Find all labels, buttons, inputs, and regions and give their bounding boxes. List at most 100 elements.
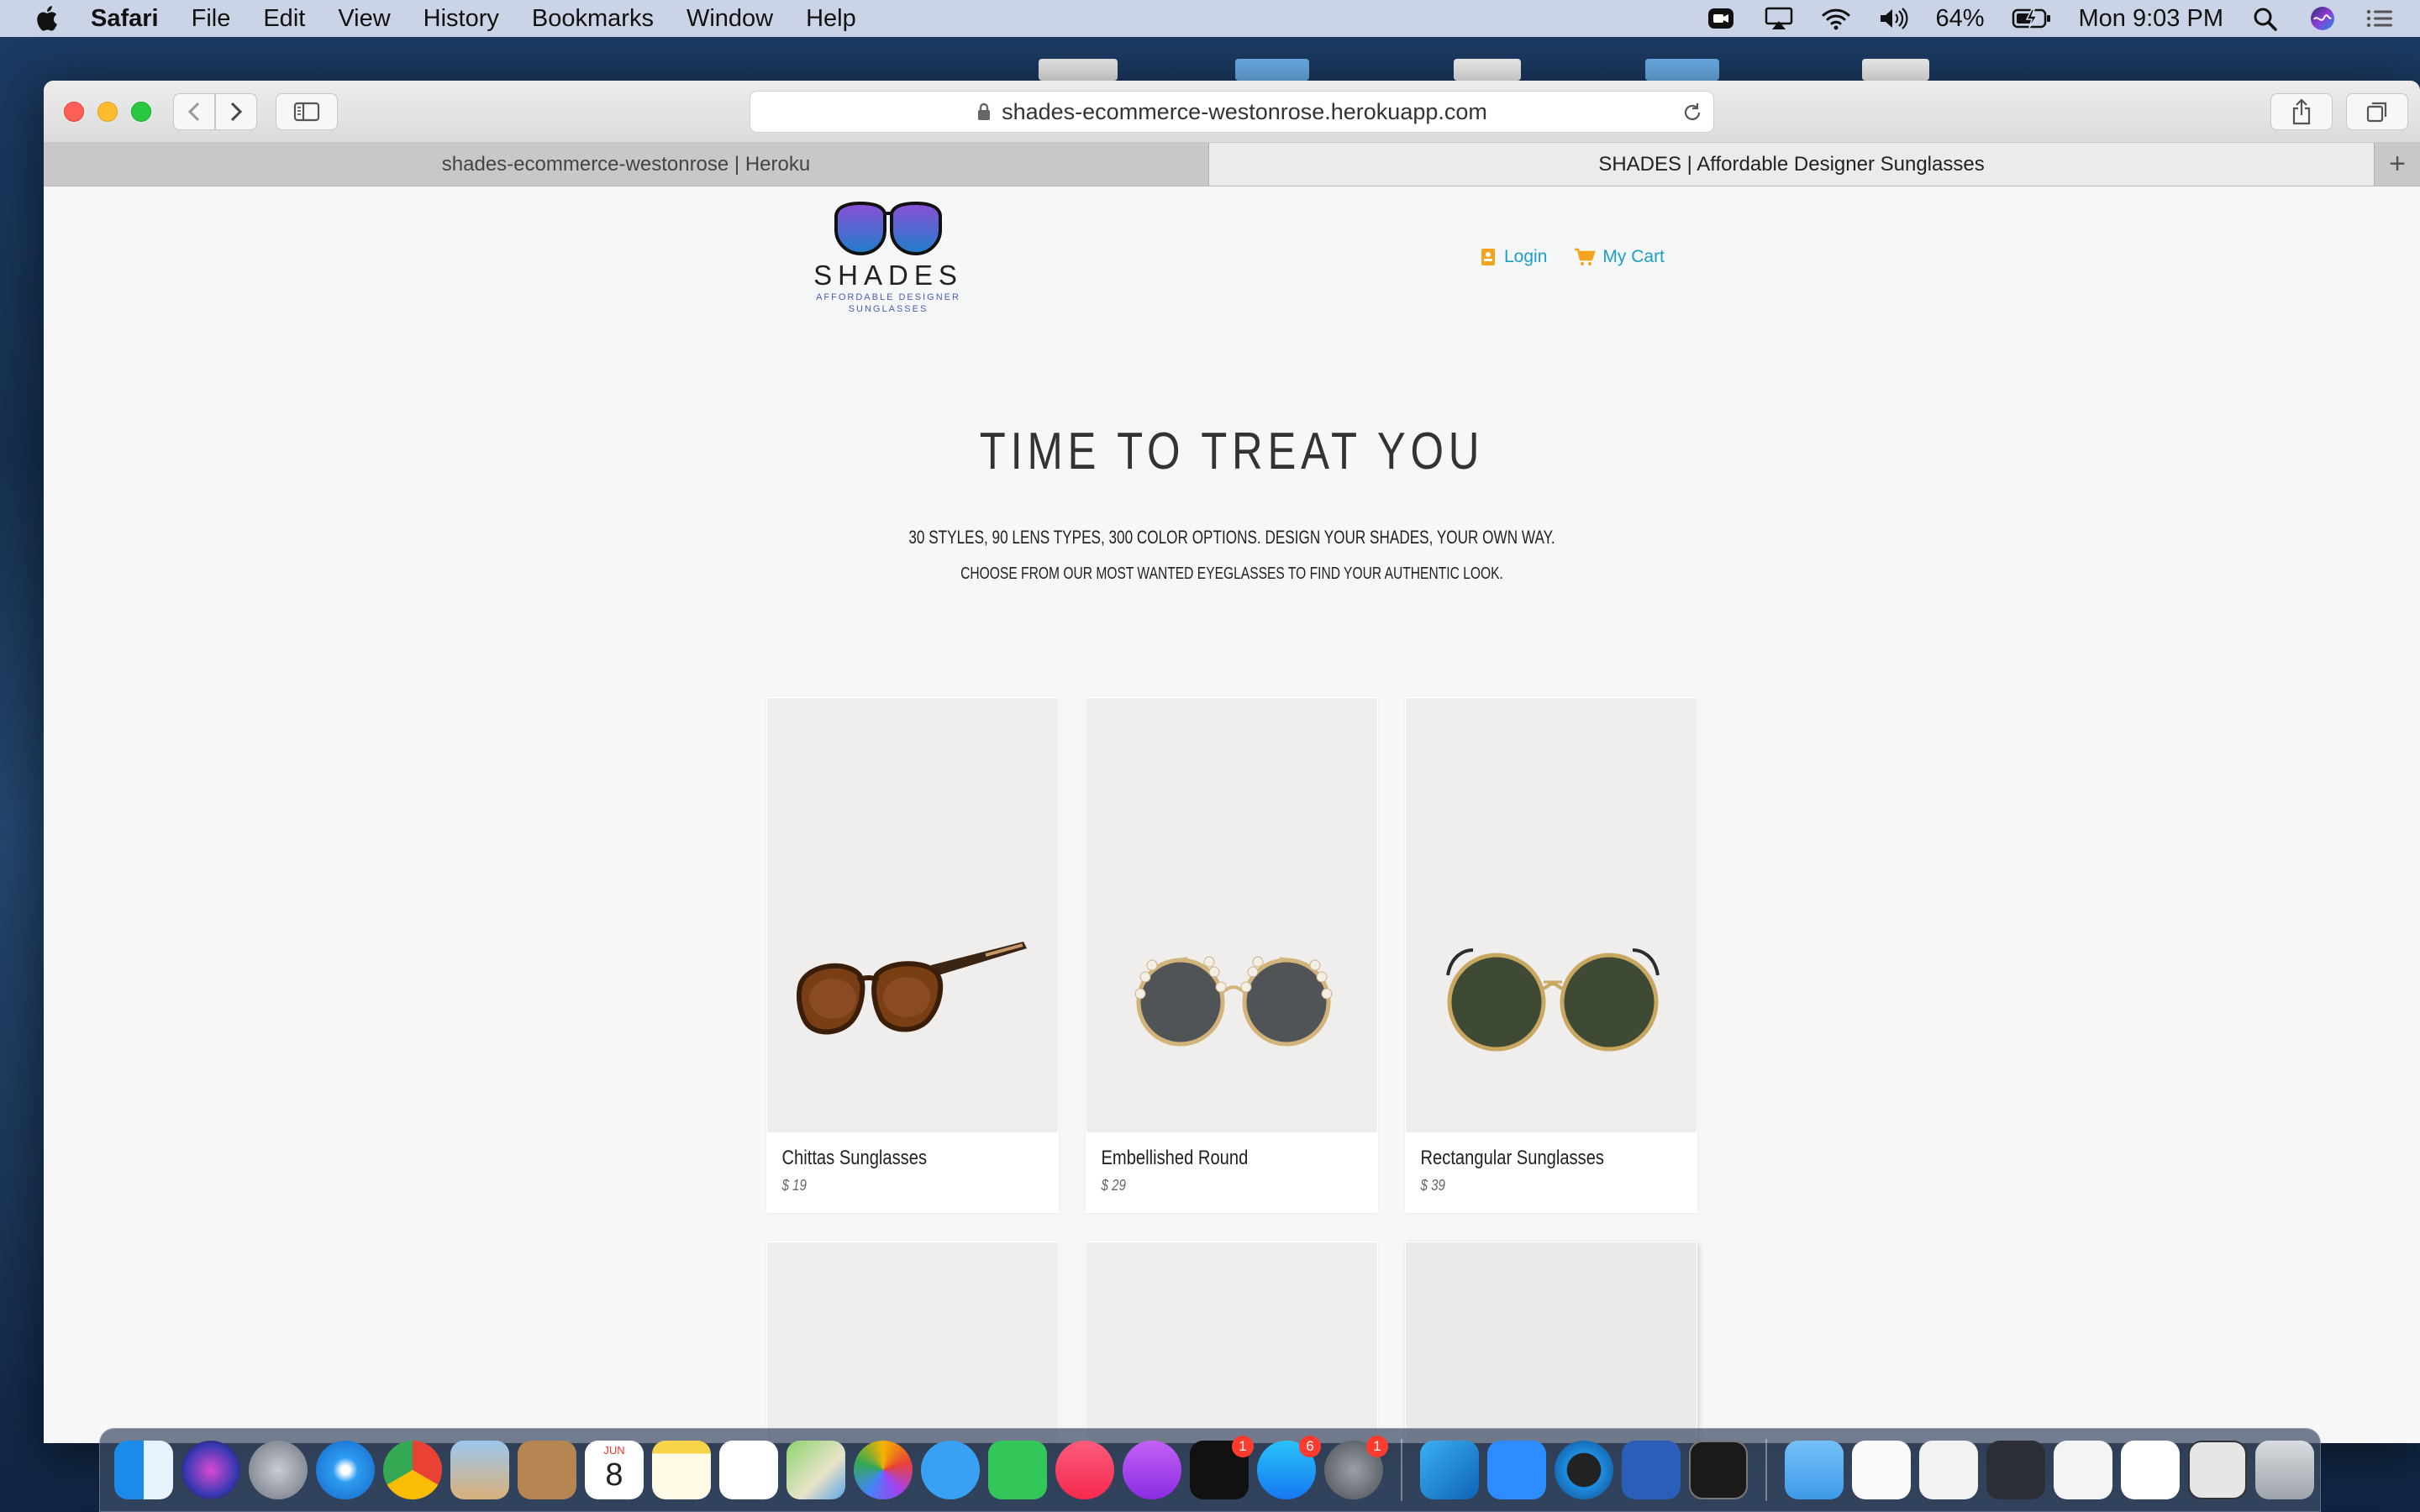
contacts-icon[interactable] xyxy=(518,1441,576,1499)
messages-icon[interactable] xyxy=(921,1441,980,1499)
desktop-file-thumbnail[interactable] xyxy=(1039,59,1118,81)
launchpad-icon[interactable] xyxy=(249,1441,308,1499)
notification-badge: 1 xyxy=(1232,1436,1254,1457)
word-icon[interactable] xyxy=(1622,1441,1681,1499)
quicktime-icon[interactable] xyxy=(1555,1441,1613,1499)
spotlight-search-icon[interactable] xyxy=(2250,6,2281,31)
document-thumbnail[interactable] xyxy=(2121,1441,2180,1499)
product-card[interactable]: Embellished Round $ 29 xyxy=(1086,697,1378,1213)
address-bar[interactable]: shades-ecommerce-westonrose.herokuapp.co… xyxy=(750,91,1714,133)
document-thumbnail[interactable] xyxy=(1852,1441,1911,1499)
menu-window[interactable]: Window xyxy=(687,5,773,33)
show-all-tabs-button[interactable] xyxy=(2346,93,2408,130)
camera-status-icon[interactable] xyxy=(1707,6,1737,31)
product-card[interactable] xyxy=(1086,1242,1378,1443)
product-name[interactable]: Rectangular Sunglasses xyxy=(1405,1133,1650,1170)
product-image[interactable] xyxy=(1406,1242,1697,1443)
tab-shades[interactable]: SHADES | Affordable Designer Sunglasses xyxy=(1209,143,2375,186)
notification-center-icon[interactable] xyxy=(2365,6,2395,31)
safari-icon[interactable] xyxy=(316,1441,375,1499)
product-image[interactable] xyxy=(1406,698,1697,1132)
document-thumbnail[interactable] xyxy=(1919,1441,1978,1499)
app-store-icon[interactable]: 6 xyxy=(1257,1436,1321,1499)
menubar-clock[interactable]: Mon 9:03 PM xyxy=(2079,5,2223,33)
url-text: shades-ecommerce-westonrose.herokuapp.co… xyxy=(1002,98,1487,124)
menu-view[interactable]: View xyxy=(338,5,390,33)
calendar-icon[interactable]: JUN 8 xyxy=(585,1441,644,1499)
back-button[interactable] xyxy=(173,93,215,130)
menu-app-safari[interactable]: Safari xyxy=(91,5,159,33)
battery-charging-icon[interactable] xyxy=(2012,6,2052,31)
zoom-icon[interactable] xyxy=(1487,1441,1546,1499)
desktop-file-thumbnail[interactable] xyxy=(1454,59,1521,81)
header-nav: Login My Cart xyxy=(1479,247,1691,267)
close-window-button[interactable] xyxy=(64,102,84,122)
reload-icon[interactable] xyxy=(1681,102,1703,123)
product-image[interactable] xyxy=(1086,1242,1377,1443)
terminal-icon[interactable] xyxy=(1689,1441,1748,1499)
product-name[interactable]: Embellished Round xyxy=(1086,1133,1331,1170)
tab-label: SHADES | Affordable Designer Sunglasses xyxy=(1598,152,1985,176)
product-card[interactable]: Chittas Sunglasses $ 19 xyxy=(766,697,1059,1213)
chevron-right-icon xyxy=(230,102,243,122)
siri-icon[interactable] xyxy=(2307,6,2338,31)
product-card[interactable] xyxy=(766,1242,1059,1443)
notification-badge: 1 xyxy=(1366,1436,1388,1457)
menu-file[interactable]: File xyxy=(192,5,231,33)
screenshot-thumbnail[interactable] xyxy=(1986,1441,2045,1499)
mail-stamp-icon[interactable] xyxy=(450,1441,509,1499)
siri-app-icon[interactable] xyxy=(182,1441,240,1499)
menu-history[interactable]: History xyxy=(424,5,499,33)
menu-help[interactable]: Help xyxy=(806,5,856,33)
product-image[interactable] xyxy=(1086,698,1377,1132)
tab-heroku[interactable]: shades-ecommerce-westonrose | Heroku xyxy=(44,143,1209,186)
fullscreen-window-button[interactable] xyxy=(131,102,151,122)
browser-toolbar: shades-ecommerce-westonrose.herokuapp.co… xyxy=(44,81,2420,143)
vscode-icon[interactable] xyxy=(1420,1441,1479,1499)
airplay-icon[interactable] xyxy=(1764,6,1794,31)
product-card[interactable]: Rectangular Sunglasses $ 39 xyxy=(1405,697,1697,1213)
music-icon[interactable] xyxy=(1055,1441,1114,1499)
maps-icon[interactable] xyxy=(786,1441,845,1499)
volume-icon[interactable] xyxy=(1878,6,1908,31)
desktop-folder-icon[interactable] xyxy=(1235,59,1309,81)
product-image[interactable] xyxy=(767,1242,1058,1443)
menu-edit[interactable]: Edit xyxy=(263,5,305,33)
screenshot-thumbnail[interactable] xyxy=(2054,1441,2112,1499)
notification-badge: 6 xyxy=(1299,1436,1321,1457)
product-price: $ 29 xyxy=(1101,1177,1126,1194)
product-image[interactable] xyxy=(767,698,1058,1132)
new-tab-button[interactable]: + xyxy=(2375,143,2420,186)
photos-icon[interactable] xyxy=(854,1441,913,1499)
chrome-icon[interactable] xyxy=(383,1441,442,1499)
hero-title: TIME TO TREAT YOU xyxy=(979,423,1485,480)
product-price: $ 19 xyxy=(781,1177,807,1194)
login-link[interactable]: Login xyxy=(1479,247,1547,267)
facetime-icon[interactable] xyxy=(988,1441,1047,1499)
round-embellished-sunglasses-image xyxy=(1134,956,1333,1047)
cat-eye-sunglasses-image xyxy=(797,942,1027,1035)
folder-stack-icon[interactable] xyxy=(1785,1441,1844,1499)
screenshot-thumbnail[interactable] xyxy=(2188,1441,2247,1499)
menu-bookmarks[interactable]: Bookmarks xyxy=(532,5,654,33)
trash-icon[interactable] xyxy=(2255,1441,2314,1499)
apple-menu-icon[interactable] xyxy=(32,3,64,34)
forward-button[interactable] xyxy=(215,93,257,130)
minimize-window-button[interactable] xyxy=(97,102,118,122)
desktop-folder-icon[interactable] xyxy=(1645,59,1719,81)
wifi-icon[interactable] xyxy=(1821,6,1851,31)
notes-icon[interactable] xyxy=(652,1441,711,1499)
podcasts-icon[interactable] xyxy=(1123,1441,1181,1499)
apple-tv-icon[interactable]: 1 xyxy=(1190,1436,1254,1499)
share-button[interactable] xyxy=(2270,93,2333,130)
sidebar-toggle-button[interactable] xyxy=(276,93,338,130)
reminders-icon[interactable] xyxy=(719,1441,778,1499)
product-name[interactable]: Chittas Sunglasses xyxy=(766,1133,1012,1170)
site-logo[interactable]: SHADES AFFORDABLE DESIGNER SUNGLASSES xyxy=(804,200,972,315)
finder-icon[interactable] xyxy=(114,1441,173,1499)
desktop-file-thumbnail[interactable] xyxy=(1862,59,1929,81)
system-preferences-icon[interactable]: 1 xyxy=(1324,1436,1388,1499)
product-card[interactable] xyxy=(1405,1242,1697,1443)
tab-bar: shades-ecommerce-westonrose | Heroku SHA… xyxy=(44,143,2420,186)
cart-link[interactable]: My Cart xyxy=(1574,247,1665,267)
